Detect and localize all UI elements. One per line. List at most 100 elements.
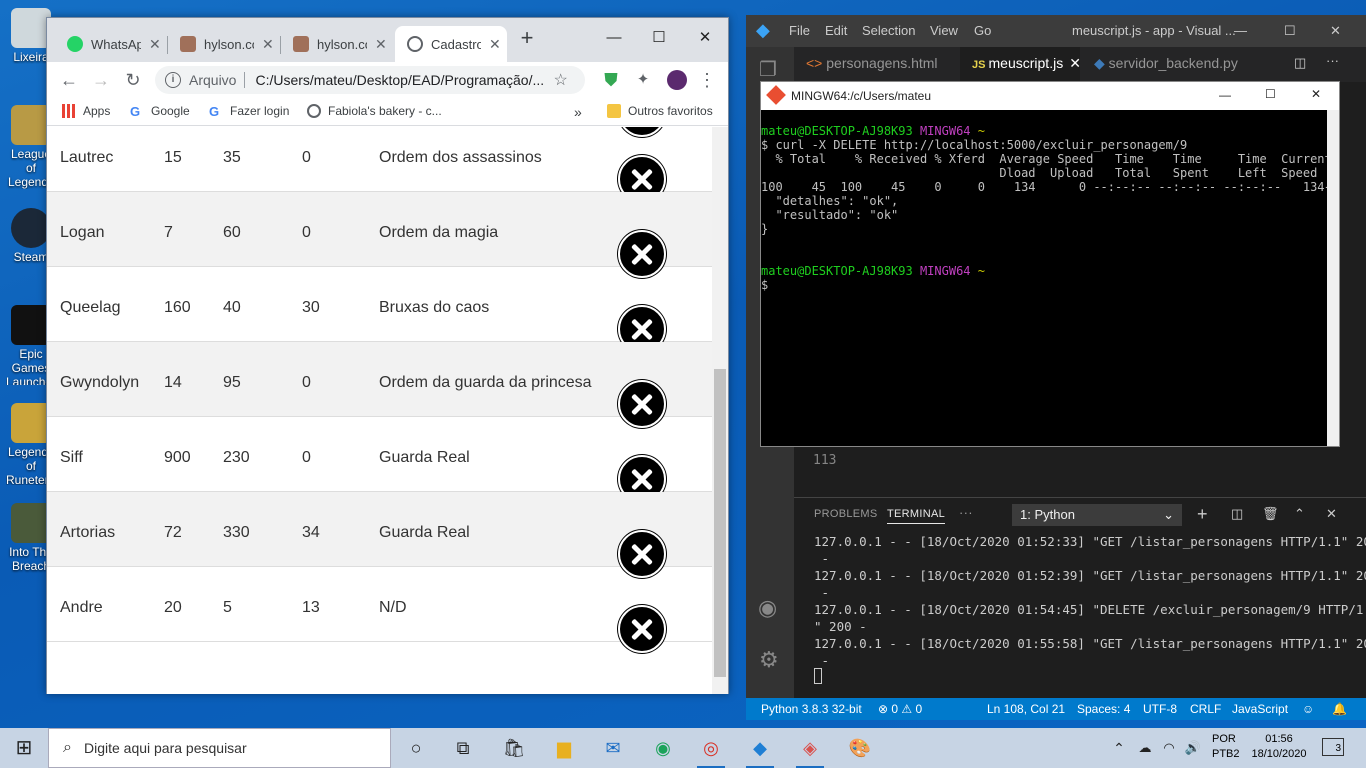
close-window-button[interactable]: ✕ — [1311, 87, 1321, 101]
other-bookmarks[interactable]: Outros favoritos — [607, 104, 713, 118]
trash-icon[interactable]: 🗑 — [1262, 506, 1279, 522]
status-spaces[interactable]: Spaces: 4 — [1077, 702, 1130, 716]
edge-icon[interactable]: ◉ — [643, 734, 683, 762]
status-encoding[interactable]: UTF-8 — [1143, 702, 1177, 716]
notifications-button[interactable]: 3 — [1322, 738, 1344, 756]
menu-selection[interactable]: Selection — [862, 23, 915, 38]
split-editor-icon[interactable]: ◫ — [1294, 55, 1306, 71]
tab-servidor-backend[interactable]: ◆ servidor_backend.py — [1082, 47, 1282, 82]
tab-personagens-html[interactable]: <> personagens.html — [794, 47, 959, 82]
status-eol[interactable]: CRLF — [1190, 702, 1221, 716]
close-icon[interactable]: ✕ — [489, 36, 501, 53]
maximize-button[interactable]: ☐ — [1265, 87, 1276, 101]
chrome-taskbar-icon[interactable]: ◎ — [691, 734, 731, 768]
page-scrollbar[interactable] — [712, 127, 728, 694]
minimize-button[interactable]: — — [1234, 23, 1247, 38]
account-icon[interactable]: ◉ — [758, 595, 777, 621]
bookmark-fazer-login[interactable]: G Fazer login — [209, 104, 289, 119]
menu-file[interactable]: File — [789, 23, 810, 38]
bell-icon[interactable]: 🔔 — [1332, 702, 1347, 716]
new-tab-button[interactable]: + — [505, 24, 549, 52]
terminal-scrollbar[interactable] — [1327, 110, 1339, 446]
shield-extension-icon[interactable]: ⛊ — [599, 68, 623, 92]
split-terminal-icon[interactable]: ◫ — [1231, 506, 1243, 522]
menu-kebab-icon[interactable]: ⋮ — [695, 68, 719, 92]
close-window-button[interactable]: ✕ — [1330, 23, 1341, 39]
status-language[interactable]: JavaScript — [1232, 702, 1288, 716]
forward-button[interactable]: → — [89, 68, 113, 92]
tab-terminal[interactable]: TERMINAL — [887, 508, 946, 524]
status-position[interactable]: Ln 108, Col 21 — [987, 702, 1065, 716]
task-view-icon[interactable]: ⧉ — [443, 734, 483, 762]
menu-view[interactable]: View — [930, 23, 958, 38]
status-python[interactable]: Python 3.8.3 32-bit — [761, 702, 862, 716]
gear-icon[interactable]: ⚙ — [759, 647, 779, 673]
clock[interactable]: 01:56 18/10/2020 — [1248, 732, 1310, 762]
menu-edit[interactable]: Edit — [825, 23, 847, 38]
vscode-taskbar-icon[interactable]: ◆ — [740, 734, 780, 768]
minimize-button[interactable]: — — [1219, 88, 1231, 102]
cell-name: Siff — [60, 449, 83, 466]
close-icon[interactable]: ✕ — [1069, 55, 1081, 71]
close-icon[interactable]: ✕ — [375, 36, 387, 53]
terminal-output[interactable]: mateu@DESKTOP-AJ98K93 MINGW64 ~ $ curl -… — [761, 110, 1332, 446]
bookmark-label: Outros favoritos — [628, 104, 713, 118]
close-icon[interactable]: ✕ — [149, 36, 161, 53]
language-indicator[interactable]: POR PTB2 — [1212, 732, 1240, 762]
taskbar-search[interactable]: ⌕ Digite aqui para pesquisar — [48, 728, 391, 768]
delete-button[interactable] — [618, 605, 666, 653]
minimize-button[interactable]: — — [592, 24, 636, 52]
bookmark-apps[interactable]: Apps — [62, 104, 110, 118]
tab-label: hylson.com — [204, 36, 254, 52]
reload-button[interactable]: ↻ — [121, 68, 145, 92]
close-panel-icon[interactable]: ✕ — [1326, 506, 1337, 522]
more-actions-icon[interactable]: ··· — [1326, 53, 1339, 68]
cell-c2: 35 — [223, 149, 241, 166]
feedback-icon[interactable]: ☺ — [1302, 702, 1314, 716]
scrollbar-thumb[interactable] — [714, 369, 726, 677]
terminal-line: } — [761, 222, 769, 236]
prompt-user: mateu@DESKTOP-AJ98K93 — [761, 264, 913, 278]
windows-start-icon[interactable]: ⊞ — [4, 734, 44, 762]
close-window-button[interactable]: ✕ — [683, 24, 727, 52]
volume-icon[interactable]: 🔊 — [1180, 734, 1206, 762]
maximize-button[interactable]: ☐ — [1284, 23, 1296, 39]
tab-whatsapp[interactable]: WhatsApp ✕ — [55, 26, 167, 62]
profile-avatar[interactable] — [665, 68, 689, 92]
new-terminal-icon[interactable]: + — [1197, 504, 1208, 525]
bottom-panel: PROBLEMS TERMINAL ··· 1: Python ⌄ + ◫ 🗑 ⌃… — [794, 497, 1366, 697]
close-icon[interactable]: ✕ — [262, 36, 274, 53]
mail-icon[interactable]: ✉ — [593, 734, 633, 762]
cell-name: Gwyndolyn — [60, 374, 140, 391]
cortana-icon[interactable]: ○ — [396, 734, 436, 762]
extensions-puzzle-icon[interactable]: ✦ — [631, 68, 655, 92]
bookmark-label: Google — [151, 104, 190, 118]
tab-hylson-2[interactable]: hylson.com ✕ — [281, 26, 393, 62]
tab-cadastro[interactable]: Cadastro ✕ — [395, 26, 507, 62]
bookmark-fabiola[interactable]: Fabiola's bakery - c... — [307, 104, 442, 118]
panel-more-icon[interactable]: ··· — [959, 505, 973, 520]
terminal-select[interactable]: 1: Python ⌄ — [1012, 504, 1182, 526]
wifi-icon[interactable]: ◠ — [1156, 734, 1182, 762]
menu-go[interactable]: Go — [974, 23, 991, 38]
chevron-up-icon[interactable]: ⌃ — [1104, 734, 1134, 762]
bookmarks-bar: Apps G Google G Fazer login Fabiola's bake… — [47, 98, 728, 126]
star-icon[interactable]: ☆ — [553, 70, 567, 90]
address-bar[interactable]: i Arquivo C:/Users/mateu/Desktop/EAD/Pro… — [155, 66, 585, 94]
status-problems[interactable]: ⊗ 0 ⚠ 0 — [878, 702, 922, 716]
bookmarks-more-button[interactable]: » — [574, 104, 582, 120]
store-icon[interactable]: 🛍 — [494, 734, 534, 762]
explorer-icon[interactable]: ❐ — [759, 57, 777, 82]
tab-meuscript-js[interactable]: JS meuscript.js ✕ — [960, 47, 1081, 82]
file-explorer-icon[interactable]: ▆ — [544, 734, 584, 762]
git-taskbar-icon[interactable]: ◈ — [790, 734, 830, 768]
paint-icon[interactable]: 🎨 — [840, 734, 880, 762]
network-icon[interactable]: ☁ — [1132, 734, 1158, 762]
tab-problems[interactable]: PROBLEMS — [814, 508, 878, 520]
cell-c3: 30 — [302, 299, 320, 316]
chevron-up-icon[interactable]: ⌃ — [1294, 506, 1305, 522]
back-button[interactable]: ← — [57, 68, 81, 92]
maximize-button[interactable]: ☐ — [637, 24, 681, 52]
tab-hylson-1[interactable]: hylson.com ✕ — [168, 26, 280, 62]
bookmark-google[interactable]: G Google — [130, 104, 190, 119]
